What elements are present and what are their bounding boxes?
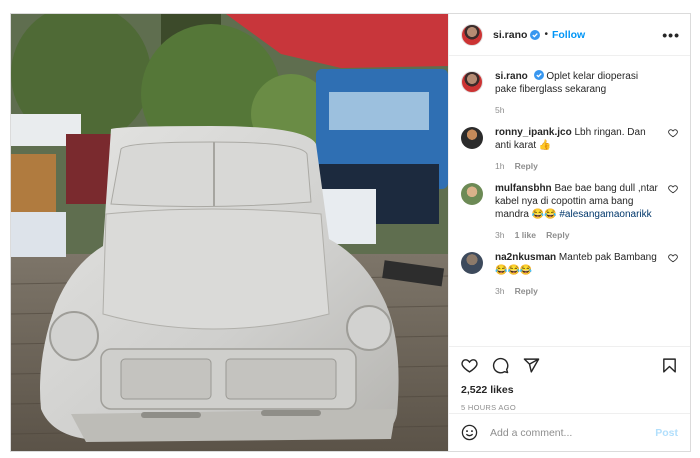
post-comment-button[interactable]: Post [655, 427, 678, 439]
comment-time: 3h [495, 230, 505, 240]
comment-item: mulfansbhn Bae bae bang dull ,ntar kabel… [461, 182, 678, 240]
verified-badge-icon [530, 29, 541, 40]
likes-count[interactable]: 2,522 likes [449, 384, 690, 396]
reply-button[interactable]: Reply [515, 286, 538, 296]
more-options-icon[interactable]: ••• [662, 28, 680, 42]
emoji-icon[interactable] [461, 424, 478, 441]
comment-time: 3h [495, 286, 505, 296]
commenter-avatar[interactable] [461, 127, 483, 149]
comment-likes-count[interactable]: 1 like [515, 230, 537, 240]
add-comment-bar: Post [449, 413, 690, 451]
caption: si.rano Oplet kelar dioperasi pake fiber… [461, 70, 678, 115]
comment-item: na2nkusman Manteb pak Bambang 😂😂😂 3h Rep… [461, 251, 678, 296]
comment-like-heart-icon[interactable] [668, 184, 678, 194]
commenter-avatar[interactable] [461, 252, 483, 274]
save-bookmark-icon[interactable] [661, 357, 678, 374]
post-header: si.rano • Follow ••• [449, 14, 690, 56]
post-actions-bar [449, 346, 690, 384]
caption-username[interactable]: si.rano [495, 71, 528, 82]
hashtag-link[interactable]: #alesangamaonarikk [559, 209, 651, 220]
separator-dot: • [544, 29, 548, 40]
comment-time: 1h [495, 161, 505, 171]
commenter-avatar[interactable] [461, 183, 483, 205]
comment-like-heart-icon[interactable] [668, 253, 678, 263]
caption-time: 5h [495, 105, 505, 115]
comment-input[interactable] [490, 426, 656, 439]
author-avatar[interactable] [461, 23, 483, 46]
comment-username[interactable]: na2nkusman [495, 252, 556, 263]
comments-list[interactable]: si.rano Oplet kelar dioperasi pake fiber… [449, 56, 690, 346]
fiberglass-car-photo [11, 14, 448, 451]
share-paper-plane-icon[interactable] [523, 357, 540, 374]
like-heart-icon[interactable] [461, 357, 478, 374]
reply-button[interactable]: Reply [546, 230, 569, 240]
comment-item: ronny_ipank.jco Lbh ringan. Dan anti kar… [461, 126, 678, 171]
reply-button[interactable]: Reply [515, 161, 538, 171]
post-photo[interactable] [11, 14, 448, 451]
comment-like-heart-icon[interactable] [668, 128, 678, 138]
post-side-panel: si.rano • Follow ••• si.rano Oplet kelar… [448, 14, 690, 451]
comment-bubble-icon[interactable] [492, 357, 509, 374]
follow-button[interactable]: Follow [552, 29, 585, 41]
instagram-post: si.rano • Follow ••• si.rano Oplet kelar… [10, 13, 691, 452]
post-timestamp[interactable]: 5 HOURS AGO [449, 403, 690, 412]
comment-username[interactable]: ronny_ipank.jco [495, 127, 572, 138]
verified-badge-icon [533, 70, 544, 80]
comment-username[interactable]: mulfansbhn [495, 183, 552, 194]
caption-author-avatar[interactable] [461, 71, 483, 93]
author-username[interactable]: si.rano [493, 29, 527, 41]
